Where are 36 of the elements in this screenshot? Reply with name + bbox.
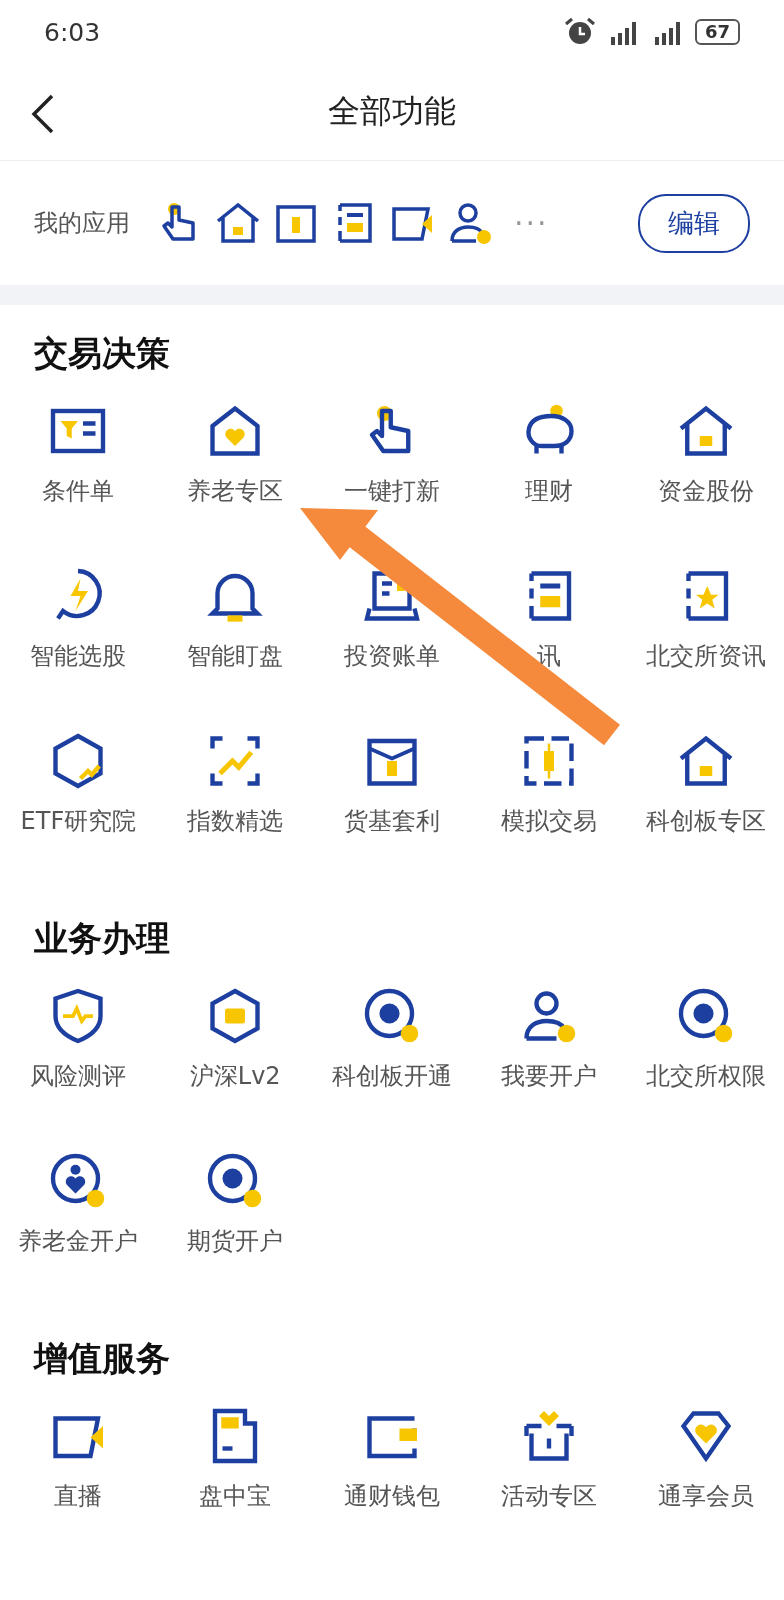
- feature-label[interactable]: 科创板专区: [645, 805, 766, 837]
- feature-label[interactable]: 模拟交易: [500, 805, 597, 837]
- alarm-icon: [562, 17, 597, 47]
- feature-label[interactable]: 科创板开通: [332, 1060, 452, 1092]
- page-title: 全部功能: [328, 91, 456, 132]
- feature-label[interactable]: 沪深Lv2: [189, 1060, 281, 1092]
- section-title: 业务办理: [33, 917, 171, 960]
- feature-label[interactable]: 条件单: [42, 475, 115, 507]
- feature-label[interactable]: 期货开户: [187, 1225, 284, 1257]
- feature-label[interactable]: 一键打新: [344, 475, 440, 507]
- edit-button[interactable]: 编辑: [638, 193, 750, 253]
- feature-label[interactable]: 北交所权限: [645, 1060, 766, 1092]
- feature-label[interactable]: 智能选股: [30, 640, 127, 672]
- feature-label[interactable]: 通享会员: [657, 1480, 754, 1512]
- feature-label[interactable]: 盘中宝: [199, 1480, 272, 1512]
- feature-label[interactable]: 我要开户: [500, 1060, 597, 1092]
- battery-level: 67: [694, 19, 740, 45]
- feature-label[interactable]: 直播: [54, 1480, 103, 1512]
- section-title: 交易决策: [33, 332, 171, 375]
- feature-label[interactable]: 养老金开户: [18, 1225, 139, 1257]
- feature-label[interactable]: 理财: [524, 475, 573, 507]
- feature-label[interactable]: 智能盯盘: [187, 640, 284, 672]
- my-apps-label: 我的应用: [34, 208, 130, 239]
- feature-label[interactable]: 货基套利: [344, 805, 440, 837]
- feature-label[interactable]: 资金股份: [657, 475, 754, 507]
- feature-label[interactable]: 讯: [536, 640, 561, 672]
- feature-label[interactable]: 指数精选: [187, 805, 284, 837]
- feature-label[interactable]: 活动专区: [500, 1480, 597, 1512]
- section-title: 增值服务: [32, 1337, 171, 1380]
- feature-label[interactable]: 北交所资讯: [645, 640, 766, 672]
- status-time: 6:03: [44, 17, 101, 47]
- feature-label[interactable]: 通财钱包: [344, 1480, 440, 1512]
- feature-label[interactable]: ETF研究院: [20, 805, 137, 837]
- feature-label[interactable]: 风险测评: [30, 1060, 127, 1092]
- feature-label[interactable]: 投资账单: [344, 640, 440, 672]
- feature-label[interactable]: 养老专区: [187, 475, 284, 507]
